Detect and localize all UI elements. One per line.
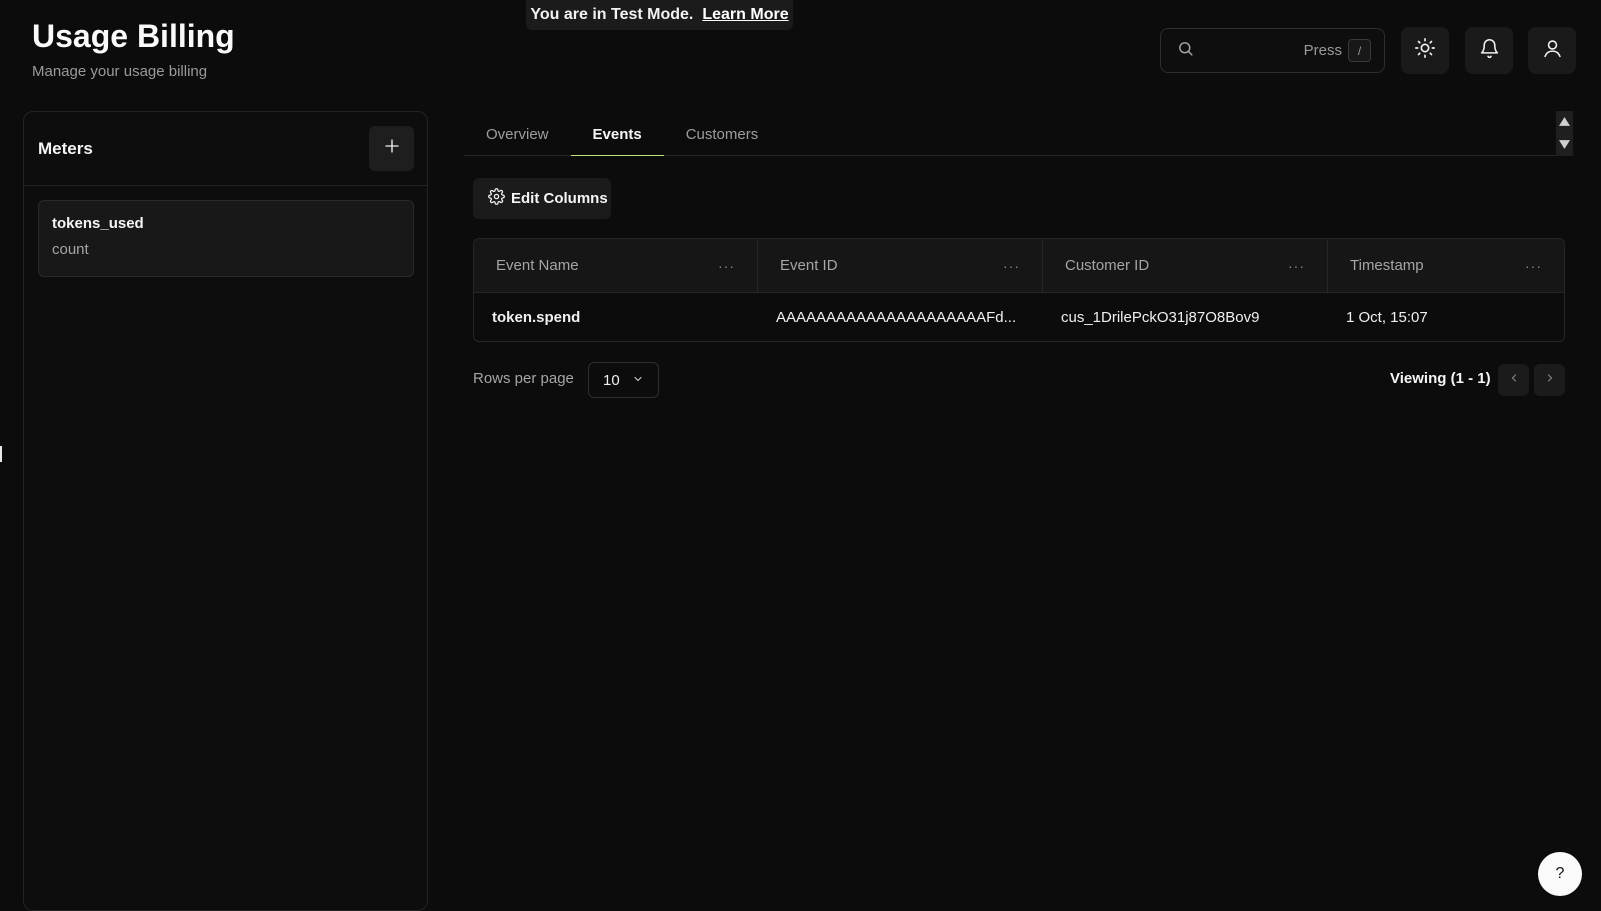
sun-icon [1414, 37, 1436, 64]
page-title: Usage Billing [32, 18, 235, 54]
meters-header: Meters [24, 112, 427, 186]
help-button[interactable]: ? [1538, 852, 1582, 896]
column-label: Event Name [496, 257, 579, 274]
test-mode-banner: You are in Test Mode. Learn More [526, 0, 793, 30]
cell-customer-id: cus_1DrilePckO31j87O8Bov9 [1061, 309, 1260, 326]
events-table: Event Name ··· Event ID ··· Customer ID … [473, 238, 1565, 342]
rows-per-page-label: Rows per page [473, 370, 574, 387]
column-menu-icon[interactable]: ··· [1288, 258, 1305, 274]
tab-bar: Overview Events Customers [464, 111, 1574, 156]
tab-scrollbar[interactable] [1556, 111, 1573, 156]
meter-aggregation: count [52, 241, 89, 258]
scroll-up-icon[interactable] [1559, 113, 1570, 131]
user-icon [1542, 38, 1563, 64]
chevron-left-icon [1508, 371, 1520, 389]
column-label: Event ID [780, 257, 838, 274]
column-menu-icon[interactable]: ··· [1525, 258, 1542, 274]
text-cursor [0, 446, 2, 462]
column-label: Customer ID [1065, 257, 1150, 274]
search-input[interactable]: Press / [1160, 28, 1385, 73]
plus-icon [383, 137, 401, 160]
chevron-down-icon [632, 372, 644, 389]
scroll-down-icon[interactable] [1559, 136, 1570, 154]
search-shortcut-key: / [1348, 39, 1371, 62]
column-header-event-id[interactable]: Event ID ··· [758, 239, 1043, 292]
column-header-event-name[interactable]: Event Name ··· [474, 239, 758, 292]
cell-event-name: token.spend [492, 309, 581, 326]
table-header: Event Name ··· Event ID ··· Customer ID … [474, 239, 1564, 293]
edit-columns-button[interactable]: Edit Columns [473, 178, 611, 219]
meters-panel: Meters tokens_used count [23, 111, 428, 911]
profile-button[interactable] [1528, 27, 1576, 74]
cell-timestamp: 1 Oct, 15:07 [1346, 309, 1428, 326]
theme-toggle-button[interactable] [1401, 27, 1449, 74]
add-meter-button[interactable] [369, 126, 414, 171]
bell-icon [1479, 38, 1500, 64]
gear-icon [488, 188, 505, 209]
cell-event-id: AAAAAAAAAAAAAAAAAAAAAFd... [776, 309, 1017, 326]
tab-overview[interactable]: Overview [464, 111, 571, 156]
previous-page-button[interactable] [1498, 364, 1529, 396]
column-header-customer-id[interactable]: Customer ID ··· [1043, 239, 1328, 292]
meter-name: tokens_used [52, 215, 144, 232]
viewing-range: Viewing (1 - 1) [1390, 370, 1491, 387]
table-row[interactable]: token.spend AAAAAAAAAAAAAAAAAAAAAFd... c… [474, 293, 1564, 341]
banner-text: You are in Test Mode. [530, 6, 694, 23]
tab-customers[interactable]: Customers [664, 111, 781, 156]
column-header-timestamp[interactable]: Timestamp ··· [1328, 239, 1564, 292]
meter-item-tokens-used[interactable]: tokens_used count [38, 200, 414, 277]
tab-events[interactable]: Events [570, 111, 664, 156]
column-menu-icon[interactable]: ··· [1003, 258, 1020, 274]
notifications-button[interactable] [1465, 27, 1513, 74]
edit-columns-label: Edit Columns [511, 190, 608, 207]
rows-per-page-value: 10 [603, 371, 620, 389]
rows-per-page-select[interactable]: 10 [588, 362, 659, 398]
search-icon [1177, 40, 1194, 62]
page-subtitle: Manage your usage billing [32, 63, 208, 80]
learn-more-link[interactable]: Learn More [702, 6, 788, 24]
search-hint: Press [1303, 42, 1342, 59]
meters-title: Meters [38, 138, 93, 158]
next-page-button[interactable] [1534, 364, 1565, 396]
column-menu-icon[interactable]: ··· [718, 258, 735, 274]
column-label: Timestamp [1350, 257, 1424, 274]
chevron-right-icon [1544, 371, 1556, 389]
